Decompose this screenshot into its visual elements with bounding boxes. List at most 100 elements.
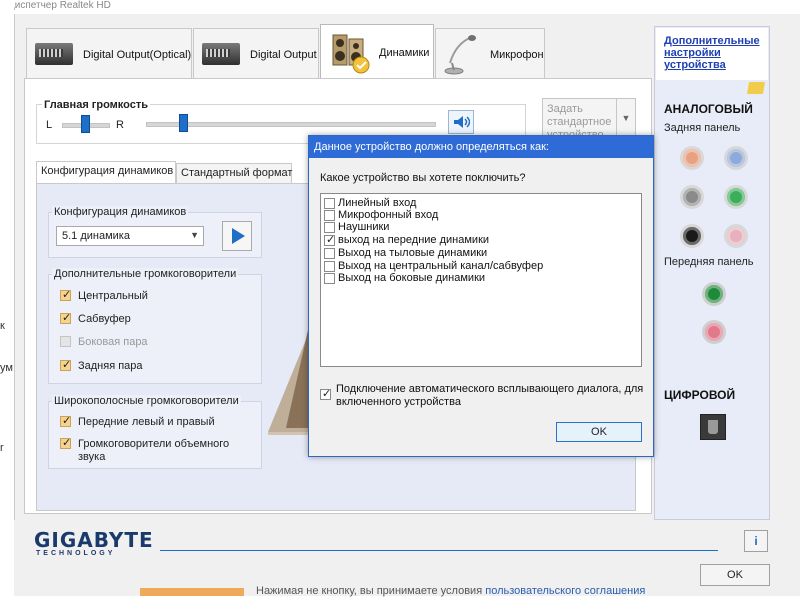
- background-link[interactable]: пользовательского соглашения: [485, 585, 645, 597]
- checkbox-center[interactable]: ✓: [60, 289, 72, 301]
- background-strip-orange: [140, 588, 244, 596]
- balance-right-label: R: [116, 119, 124, 131]
- rear-panel-label: Задняя панель: [664, 122, 741, 134]
- tab-speakers[interactable]: Динамики: [320, 24, 434, 80]
- room-floor: [268, 432, 312, 435]
- background-text-a: Нажимая не кнопку, вы принимаете условия: [256, 585, 483, 597]
- front-panel-label: Передняя панель: [664, 256, 754, 268]
- option-label[interactable]: Наушники: [338, 221, 389, 233]
- jack-rear-line-in[interactable]: [680, 146, 704, 170]
- edge-fragment: r: [0, 442, 4, 454]
- play-test-button[interactable]: [222, 221, 252, 251]
- extra-speakers-title: Дополнительные громкоговорители: [52, 268, 239, 280]
- speaker-config-select[interactable]: 5.1 динамика ▼: [56, 226, 204, 246]
- speaker-volume-icon: [454, 116, 470, 128]
- checkbox-subwoofer[interactable]: ✓: [60, 312, 72, 324]
- option-label[interactable]: Выход на боковые динамики: [338, 272, 485, 284]
- window-title: Диспетчер Realtek HD: [8, 0, 111, 11]
- tab-label: Digital Output: [250, 49, 317, 61]
- option-checkbox-checked[interactable]: ✓: [324, 234, 336, 246]
- tab-speaker-configuration[interactable]: Конфигурация динамиков: [36, 161, 176, 184]
- master-volume-thumb[interactable]: [179, 114, 189, 132]
- speaker-config-title: Конфигурация динамиков: [52, 206, 189, 218]
- checkbox-side-pair: [60, 336, 71, 347]
- option-checkbox[interactable]: [324, 210, 335, 221]
- digital-output-icon: [35, 43, 73, 65]
- check-icon: ✓: [322, 388, 332, 400]
- balance-slider-thumb[interactable]: [81, 115, 90, 133]
- tab-label: Микрофон: [490, 49, 544, 61]
- gigabyte-logo: GIGABYTE: [34, 528, 154, 552]
- analog-title: АНАЛОГОВЫЙ: [664, 102, 753, 116]
- option-label[interactable]: выход на передние динамики: [338, 234, 489, 246]
- balance-left-label: L: [46, 119, 53, 131]
- mute-button[interactable]: [448, 110, 474, 134]
- check-icon: ✓: [326, 234, 336, 246]
- check-icon: ✓: [62, 437, 72, 449]
- jack-front-pink[interactable]: [702, 320, 726, 344]
- ok-button[interactable]: OK: [700, 564, 770, 586]
- gigabyte-logo-sub: TECHNOLOGY: [36, 550, 116, 557]
- checkbox-surround[interactable]: ✓: [60, 437, 72, 449]
- option-checkbox[interactable]: [324, 248, 335, 259]
- checkbox-label: Центральный: [78, 290, 148, 302]
- option-checkbox[interactable]: [324, 273, 335, 284]
- checkbox-front-lr[interactable]: ✓: [60, 415, 72, 427]
- speaker-config-value: 5.1 динамика: [62, 230, 130, 242]
- checkbox-label: Передние левый и правый: [78, 416, 215, 428]
- checkbox-rear-pair[interactable]: ✓: [60, 359, 72, 371]
- checkbox-label: Боковая пара: [78, 336, 148, 348]
- chevron-down-icon[interactable]: ▼: [616, 99, 635, 137]
- check-icon: ✓: [62, 312, 72, 324]
- jack-rear-pink[interactable]: [724, 224, 748, 248]
- jack-rear-grey[interactable]: [680, 185, 704, 209]
- option-checkbox[interactable]: [324, 261, 335, 272]
- master-volume-track[interactable]: [146, 122, 436, 127]
- background-strip: к ум r: [0, 0, 14, 596]
- checkbox-label: Громкоговорители объемного звука: [78, 438, 230, 463]
- advanced-settings-link[interactable]: Дополнительные настройки устройства: [664, 35, 764, 71]
- chevron-down-icon: ▼: [190, 230, 199, 240]
- connector-sidebar: [654, 26, 770, 520]
- window-titlebar: Диспетчер Realtek HD: [0, 0, 800, 14]
- dialog-question: Какое устройство вы хотете поключить?: [320, 172, 526, 184]
- tab-label: Digital Output(Optical): [83, 49, 192, 61]
- check-icon: ✓: [62, 359, 72, 371]
- digital-output-icon: [202, 43, 240, 65]
- edge-fragment: ум: [0, 362, 13, 374]
- tab-digital-output[interactable]: Digital Output: [193, 28, 319, 78]
- option-checkbox[interactable]: [324, 198, 335, 209]
- tab-label: Динамики: [379, 47, 430, 59]
- edge-fragment: к: [0, 320, 5, 332]
- tab-microphone[interactable]: Микрофон: [435, 28, 545, 78]
- background-text: Нажимая не кнопку, вы принимаете условия…: [256, 585, 645, 597]
- digital-connector-icon[interactable]: [700, 414, 726, 440]
- check-icon: ✓: [62, 415, 72, 427]
- info-button[interactable]: i: [744, 530, 768, 552]
- auto-popup-checkbox[interactable]: ✓: [320, 388, 332, 400]
- checkbox-label: Задняя пара: [78, 360, 143, 372]
- option-label[interactable]: Выход на центральный канал/сабвуфер: [338, 260, 543, 272]
- tab-default-format[interactable]: Стандартный формат: [176, 163, 292, 183]
- microphone-icon: [444, 35, 476, 75]
- dialog-ok-button[interactable]: OK: [556, 422, 642, 442]
- option-label[interactable]: Выход на тыловые динамики: [338, 247, 487, 259]
- jack-rear-blue[interactable]: [724, 146, 748, 170]
- checkbox-label: Сабвуфер: [78, 313, 131, 325]
- jack-rear-black[interactable]: [680, 224, 704, 248]
- set-default-device-button[interactable]: Задать стандартное устройство ▼: [542, 98, 636, 141]
- option-label[interactable]: Линейный вход: [338, 197, 416, 209]
- auto-popup-label: Подключение автоматического всплывающего…: [336, 383, 644, 408]
- fullrange-title: Широкополосные громкоговорители: [52, 395, 241, 407]
- digital-title: ЦИФРОВОЙ: [664, 388, 736, 402]
- jack-rear-green[interactable]: [724, 185, 748, 209]
- master-volume-title: Главная громкость: [42, 99, 151, 111]
- check-icon: ✓: [62, 289, 72, 301]
- option-checkbox[interactable]: [324, 222, 335, 233]
- folder-icon[interactable]: [746, 82, 766, 94]
- jack-front-green[interactable]: [702, 282, 726, 306]
- option-label[interactable]: Микрофонный вход: [338, 209, 438, 221]
- tab-digital-optical[interactable]: Digital Output(Optical): [26, 28, 192, 78]
- speakers-icon: [332, 34, 370, 74]
- dialog-title: Данное устройство должно определяться ка…: [309, 136, 653, 158]
